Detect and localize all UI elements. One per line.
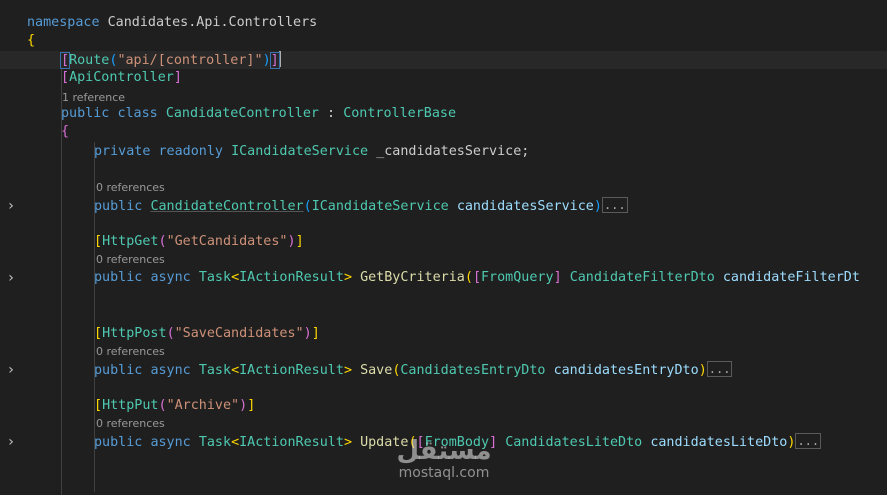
type-name: Task <box>198 435 232 450</box>
namespace-name: Candidates.Api.Controllers <box>107 15 318 30</box>
type-name: Task <box>198 363 232 378</box>
brace: { <box>61 124 70 139</box>
param-name: candidateFilterDt <box>722 270 860 285</box>
codelens-references[interactable]: 0 references <box>96 345 165 359</box>
keyword: public <box>94 270 143 285</box>
code-line[interactable]: [ApiController] <box>0 69 887 87</box>
method-name: Save <box>360 363 393 378</box>
code-line[interactable]: public async Task<IActionResult> GetByCr… <box>0 269 887 287</box>
string-literal: "SaveCandidates" <box>174 326 304 341</box>
attribute-name: Route <box>69 53 110 68</box>
codelens-references[interactable]: 1 reference <box>62 91 125 105</box>
codelens-references[interactable]: 0 references <box>96 253 165 267</box>
attribute-name: ApiController <box>69 70 174 85</box>
code-line[interactable]: { <box>0 123 887 141</box>
code-line-current[interactable]: [Route("api/[controller]")] <box>0 51 887 69</box>
base-class: ControllerBase <box>343 106 457 121</box>
attribute-name: HttpPut <box>102 398 159 413</box>
codelens-references[interactable]: 0 references <box>96 417 165 431</box>
text-cursor <box>278 51 281 67</box>
attribute-name: HttpGet <box>102 234 159 249</box>
string-literal: "GetCandidates" <box>166 234 288 249</box>
string-literal: "api/[controller]" <box>117 53 263 68</box>
code-line[interactable]: [HttpGet("GetCandidates")] <box>0 233 887 251</box>
keyword: class <box>117 106 158 121</box>
separator: : <box>319 106 344 121</box>
param-type: CandidateFilterDto <box>569 270 715 285</box>
param-name: candidatesService <box>456 199 594 214</box>
type-name: ICandidateService <box>231 144 369 159</box>
keyword: readonly <box>158 144 224 159</box>
method-name: GetByCriteria <box>360 270 465 285</box>
keyword: public <box>61 106 110 121</box>
code-line[interactable]: { <box>0 32 887 50</box>
class-name: CandidateController <box>165 106 319 121</box>
keyword: public <box>94 199 143 214</box>
attribute-name: FromQuery <box>481 270 554 285</box>
param-type: CandidatesEntryDto <box>400 363 546 378</box>
method-name: CandidateController <box>150 199 304 214</box>
param-type: ICandidateService <box>311 199 449 214</box>
code-line[interactable]: namespace Candidates.Api.Controllers <box>0 14 887 32</box>
watermark-text: mostaql.com <box>398 465 490 481</box>
watermark: مستقل mostaql.com <box>384 437 504 481</box>
string-literal: "Archive" <box>166 398 240 413</box>
generic-type: IActionResult <box>239 270 344 285</box>
code-line[interactable]: public CandidateController(ICandidateSer… <box>0 197 887 215</box>
keyword: public <box>94 435 143 450</box>
keyword: namespace <box>27 15 100 30</box>
generic-type: IActionResult <box>239 435 344 450</box>
code-line[interactable]: private readonly ICandidateService _cand… <box>0 143 887 161</box>
code-line[interactable]: public async Task<IActionResult> Save(Ca… <box>0 361 887 379</box>
folded-region-ellipsis[interactable]: ... <box>601 197 628 213</box>
generic-type: IActionResult <box>239 363 344 378</box>
watermark-logo: مستقل <box>396 436 492 466</box>
folded-region-ellipsis[interactable]: ... <box>706 361 733 377</box>
code-line[interactable]: public class CandidateController : Contr… <box>0 105 887 123</box>
codelens-references[interactable]: 0 references <box>96 181 165 195</box>
keyword: async <box>150 435 191 450</box>
param-name: candidatesLiteDto <box>650 435 788 450</box>
keyword: async <box>150 363 191 378</box>
brace: { <box>27 33 36 48</box>
keyword: private <box>94 144 151 159</box>
attribute-name: HttpPost <box>102 326 167 341</box>
param-name: candidatesEntryDto <box>553 363 699 378</box>
keyword: async <box>150 270 191 285</box>
keyword: public <box>94 363 143 378</box>
type-name: Task <box>198 270 232 285</box>
field-name: _candidatesService; <box>376 144 530 159</box>
code-line[interactable]: [HttpPost("SaveCandidates")] <box>0 325 887 343</box>
param-type: CandidatesLiteDto <box>505 435 643 450</box>
folded-region-ellipsis[interactable]: ... <box>795 433 822 449</box>
code-line[interactable]: [HttpPut("Archive")] <box>0 397 887 415</box>
